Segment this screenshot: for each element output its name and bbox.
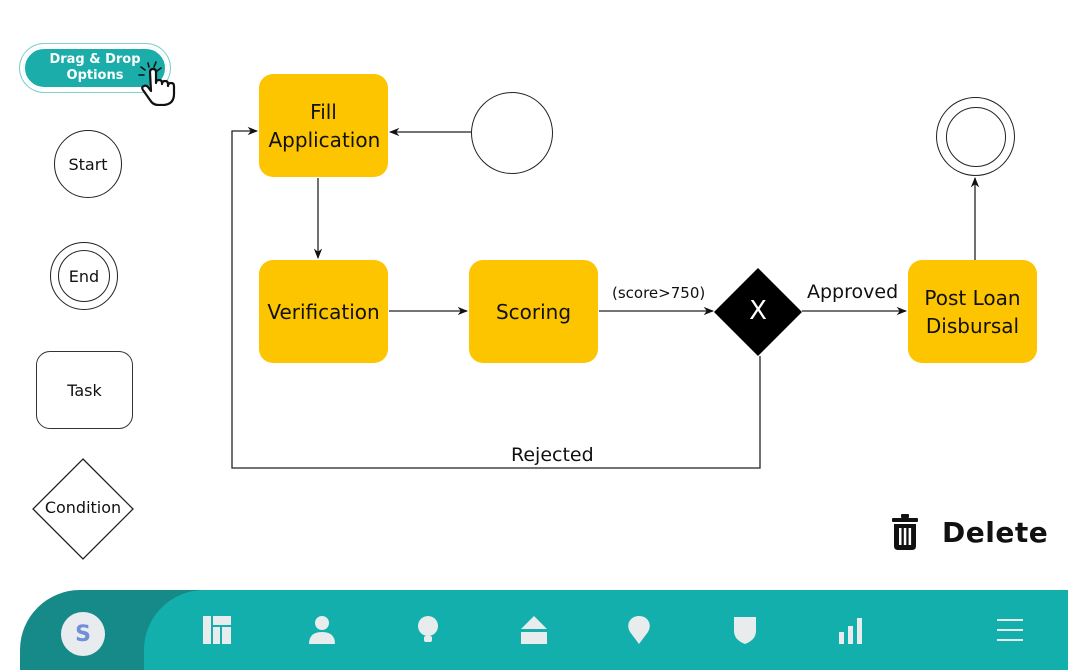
task-post-loan-disbursal[interactable]: Post Loan Disbursal (908, 260, 1037, 363)
task-scoring[interactable]: Scoring (469, 260, 598, 363)
trash-icon (892, 514, 918, 550)
condition-label: (score>750) (612, 284, 706, 302)
avatar-initial: S (75, 621, 91, 647)
menu-icon[interactable] (994, 614, 1026, 646)
bottom-nav: S (20, 590, 1068, 670)
avatar[interactable]: S (61, 612, 105, 656)
shield-icon[interactable] (729, 614, 761, 646)
gateway-symbol: X (749, 296, 767, 326)
delete-label: Delete (942, 515, 1049, 549)
lightbulb-icon[interactable] (412, 614, 444, 646)
nav-icons-bar (144, 590, 1068, 670)
task-verification[interactable]: Verification (259, 260, 388, 363)
home-icon[interactable] (518, 614, 550, 646)
diagram-end-event[interactable] (936, 97, 1015, 176)
exclusive-gateway[interactable]: X (714, 268, 802, 356)
location-icon[interactable] (623, 614, 655, 646)
task-verification-label: Verification (267, 299, 380, 324)
task-fill-application[interactable]: Fill Application (259, 74, 388, 177)
end-event-inner-ring (945, 106, 1006, 167)
task-scoring-label: Scoring (495, 299, 572, 324)
delete-button[interactable]: Delete (890, 510, 1048, 554)
task-fill-application-label: Fill Application (268, 99, 381, 152)
approved-label: Approved (807, 281, 899, 303)
user-icon[interactable] (306, 614, 338, 646)
bar-chart-icon[interactable] (835, 614, 867, 646)
dashboard-icon[interactable] (201, 614, 233, 646)
task-post-loan-label: Post Loan Disbursal (924, 285, 1021, 338)
rejected-label: Rejected (511, 444, 594, 466)
diagram-start-event[interactable] (471, 92, 553, 174)
